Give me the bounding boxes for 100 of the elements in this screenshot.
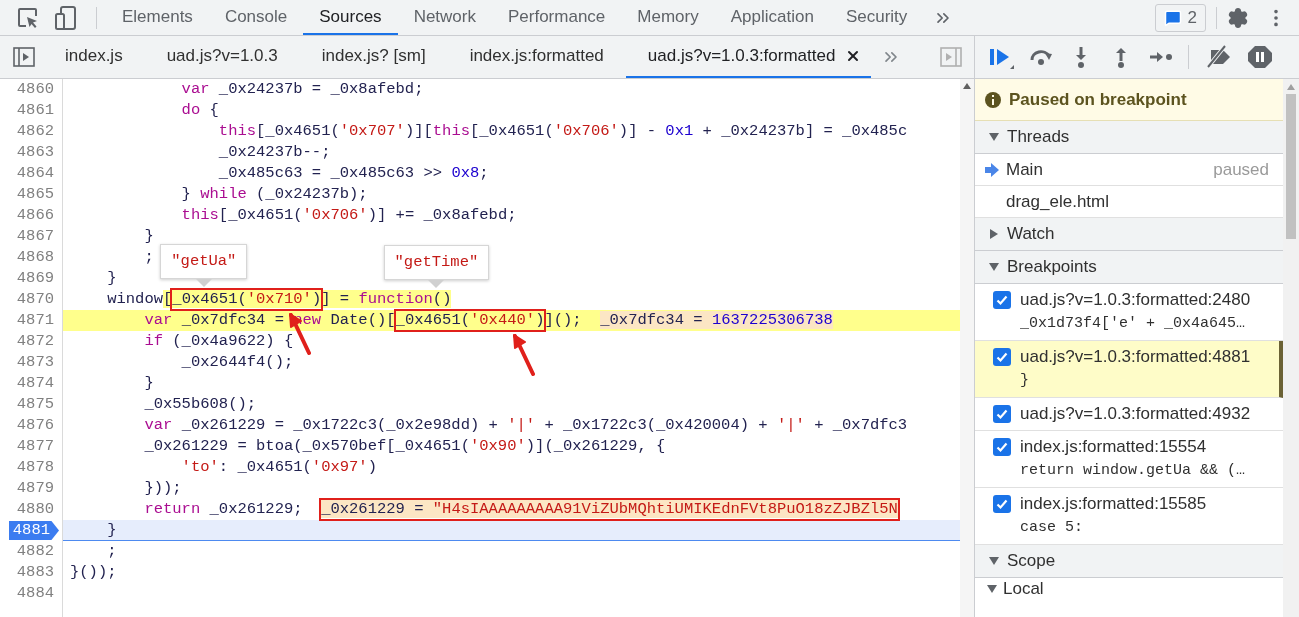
code-line: do { <box>180 101 219 119</box>
issues-button[interactable]: 2 <box>1154 3 1206 32</box>
thread-name: drag_ele.html <box>1006 190 1109 213</box>
code-line: _0x55b608(); <box>143 395 257 413</box>
scope-title: Local <box>1003 579 1044 599</box>
code-line: ; <box>106 542 117 560</box>
info-icon <box>985 91 1001 108</box>
breakpoint-checkbox[interactable] <box>993 495 1011 513</box>
debugger-toggle-icon[interactable] <box>940 47 962 67</box>
line-number: 4867 <box>16 225 55 247</box>
expanded-triangle-icon[interactable] <box>987 584 997 594</box>
code-line: } <box>106 521 117 539</box>
expanded-triangle-icon[interactable] <box>989 132 999 142</box>
breakpoint-checkbox[interactable] <box>993 291 1011 309</box>
panel-tab[interactable]: Network <box>397 0 492 35</box>
expanded-triangle-icon[interactable] <box>989 556 999 566</box>
section-header[interactable]: Threads <box>975 121 1283 154</box>
breakpoint-code: } <box>1020 371 1030 391</box>
file-tab[interactable]: index.js:formatted <box>447 36 626 78</box>
navigator-toggle-icon[interactable] <box>13 47 35 67</box>
code-line: ; <box>143 248 154 266</box>
panel-tab[interactable]: Security <box>829 0 924 35</box>
line-number: 4879 <box>16 477 55 499</box>
line-number: 4873 <box>16 351 55 373</box>
thread-status: paused <box>1213 158 1269 181</box>
code-line: this[_0x4651('0x706')] += _0x8afebd; <box>180 206 517 224</box>
section-title: Breakpoints <box>1007 256 1097 279</box>
line-number: 4863 <box>16 141 55 163</box>
expanded-triangle-icon[interactable] <box>989 262 999 272</box>
code-line: _0x2644f4(); <box>180 353 294 371</box>
line-number: 4882 <box>16 540 55 562</box>
line-number: 4869 <box>16 267 55 289</box>
current-thread-arrow-icon <box>985 162 999 177</box>
code-line: _0x485c63 = _0x485c63 >> 0x8; <box>217 164 489 182</box>
file-tab[interactable]: uad.js?v=1.0.3:formatted <box>625 36 872 78</box>
line-number: 4866 <box>16 204 55 226</box>
breakpoint-code: _0x1d73f4['e' + _0x4a645… <box>1020 314 1247 334</box>
line-number: 4883 <box>16 561 55 583</box>
line-number: 4874 <box>16 372 55 394</box>
settings-icon[interactable] <box>1227 6 1249 29</box>
breakpoint-location: uad.js?v=1.0.3:formatted:2480 <box>1020 289 1251 311</box>
panel-tab[interactable]: Elements <box>106 0 209 35</box>
panel-tab[interactable]: Console <box>208 0 304 35</box>
inspect-element-icon[interactable] <box>17 6 39 29</box>
panel-tab[interactable]: Performance <box>492 0 622 35</box>
panel-tab[interactable]: Application <box>714 0 830 35</box>
code-line: return _0x261229; _0x261229 = "H4sIAAAAAAAAA91ViZUbMQhtiUMIKEdnFVt8PuO18zZJBZl5N <box>143 500 898 518</box>
file-tab[interactable]: index.js? [sm] <box>299 36 448 78</box>
pause-on-exceptions-icon[interactable] <box>1247 45 1273 69</box>
issues-icon <box>1163 8 1182 27</box>
line-number: 4880 <box>16 498 55 520</box>
sidebar-scrollbar[interactable] <box>1283 79 1299 617</box>
line-number: 4872 <box>16 330 55 352</box>
line-number: 4884 <box>16 582 55 604</box>
code-line: } while (_0x24237b); <box>180 185 368 203</box>
value-tooltip: "getTime" <box>381 245 492 289</box>
editor-scrollbar[interactable] <box>960 79 974 617</box>
breakpoint-code: return window.getUa && (… <box>1020 461 1246 481</box>
line-number: 4876 <box>16 414 55 436</box>
device-toolbar-icon[interactable] <box>55 5 77 30</box>
scrollbar-thumb[interactable] <box>1286 94 1296 239</box>
thread-name: Main <box>1006 158 1043 181</box>
section-title: Scope <box>1007 550 1056 573</box>
line-number: 4868 <box>16 246 55 268</box>
code-line: 'to': _0x4651('0x97') <box>180 458 377 476</box>
collapsed-triangle-icon[interactable] <box>989 229 999 239</box>
code-line: _0x24237b--; <box>217 143 331 161</box>
section-header[interactable]: Watch <box>975 218 1283 251</box>
panel-tab[interactable]: Memory <box>621 0 715 35</box>
code-line: this[_0x4651('0x707')][this[_0x4651('0x706')] - 0x1 + _0x24237b] = _0x485c <box>217 122 908 140</box>
code-line: } <box>143 374 154 392</box>
line-number: 4861 <box>16 99 55 121</box>
line-number: 4870 <box>16 288 55 310</box>
scroll-up-icon[interactable] <box>963 83 971 89</box>
code-line: }()); <box>70 563 117 581</box>
file-tab[interactable]: uad.js?v=1.0.3 <box>144 36 300 78</box>
line-number: 4877 <box>16 435 55 457</box>
code-line: var _0x261229 = _0x1722c3(_0x2e98dd) + '|' + _0x1722c3(_0x420004) + '|' + _0x7dfc3 <box>143 416 908 434</box>
breakpoint-checkbox[interactable] <box>993 438 1011 456</box>
breakpoint-checkbox[interactable] <box>993 348 1011 366</box>
line-number: 4865 <box>16 183 55 205</box>
section-header[interactable]: Breakpoints <box>975 251 1283 284</box>
breakpoint-location: uad.js?v=1.0.3:formatted:4881 <box>1020 346 1251 368</box>
code-line: if (_0x4a9622) { <box>143 332 294 350</box>
line-number: 4862 <box>16 120 55 142</box>
breakpoint-code: case 5: <box>1020 518 1084 538</box>
section-header[interactable]: Scope <box>975 545 1283 578</box>
line-number: 4871 <box>16 309 55 331</box>
line-number: 4881 <box>8 521 59 540</box>
breakpoint-location: uad.js?v=1.0.3:formatted:4932 <box>1020 403 1251 425</box>
breakpoint-item[interactable]: uad.js?v=1.0.3:formatted:4881 } <box>975 341 1283 398</box>
code-line: var _0x24237b = _0x8afebd; <box>180 80 424 98</box>
line-number: 4864 <box>16 162 55 184</box>
file-tab[interactable]: index.js <box>43 36 145 78</box>
line-number: 4878 <box>16 456 55 478</box>
breakpoint-location: index.js:formatted:15554 <box>1020 436 1208 458</box>
code-line: } <box>106 269 117 287</box>
line-number: 4875 <box>16 393 55 415</box>
breakpoint-checkbox[interactable] <box>993 405 1011 423</box>
value-tooltip: "getUa" <box>158 244 250 288</box>
